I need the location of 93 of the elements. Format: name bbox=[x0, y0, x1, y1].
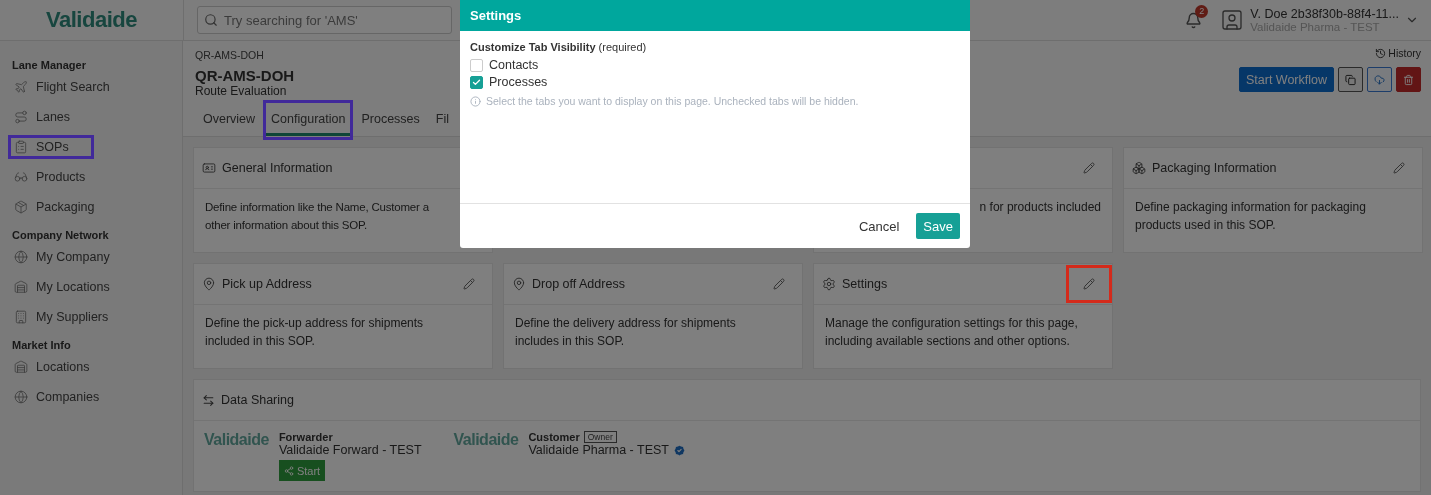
pencil-icon bbox=[773, 278, 785, 290]
download-button[interactable] bbox=[1367, 67, 1392, 92]
sidebar-heading: Company Network bbox=[12, 229, 110, 241]
sidebar-item[interactable]: Companies bbox=[8, 385, 106, 409]
cancel-button[interactable]: Cancel bbox=[851, 213, 907, 239]
copy-icon bbox=[1345, 72, 1356, 87]
checkbox[interactable] bbox=[470, 75, 483, 89]
card-description: products used in this SOP. bbox=[1135, 217, 1276, 234]
hint-text: Select the tabs you want to display on this page. Unchecked tabs will be hidden. bbox=[486, 95, 859, 107]
card-description: Define information like the Name, Customer a bbox=[205, 200, 429, 215]
party-name: Validaide Pharma - TEST bbox=[528, 443, 669, 457]
sidebar-item[interactable]: My Company bbox=[8, 245, 116, 269]
sidebar-heading: Lane Manager bbox=[12, 59, 87, 71]
field-label: Customize Tab Visibility (required) bbox=[470, 41, 648, 53]
cloud-download-icon bbox=[1374, 72, 1385, 87]
page-subtitle: Route Evaluation bbox=[195, 84, 288, 98]
sidebar-item[interactable]: My Suppliers bbox=[8, 305, 115, 329]
company-logo: Validaide bbox=[204, 431, 269, 450]
warehouse-icon bbox=[14, 360, 28, 374]
package-icon bbox=[14, 200, 28, 214]
pin-icon bbox=[512, 277, 526, 291]
card-description: including available sections and other options. bbox=[825, 333, 1070, 350]
sidebar-item[interactable]: Products bbox=[8, 165, 94, 189]
card-description: includes in this SOP. bbox=[515, 333, 625, 350]
search-field[interactable]: Try searching for 'AMS' bbox=[197, 6, 452, 34]
pencil-icon bbox=[1083, 278, 1095, 290]
pencil-icon bbox=[463, 278, 475, 290]
sidebar-item[interactable]: My Locations bbox=[8, 275, 116, 299]
checkbox-label[interactable]: Processes bbox=[489, 75, 548, 89]
card-title: Data Sharing bbox=[221, 393, 294, 407]
arrows-icon bbox=[202, 393, 215, 407]
card-description: Define the pick-up address for shipments bbox=[205, 315, 424, 332]
sidebar-heading: Market Info bbox=[12, 339, 72, 351]
party-role: Forwarder bbox=[278, 431, 333, 443]
checkbox[interactable] bbox=[470, 58, 483, 72]
checkbox-label[interactable]: Contacts bbox=[489, 58, 539, 72]
settings-icon bbox=[822, 277, 836, 291]
plane-icon bbox=[14, 80, 28, 94]
page-title: QR-AMS-DOH bbox=[195, 67, 296, 84]
tab[interactable]: Fil bbox=[427, 100, 457, 140]
card-description: Define packaging information for packaging bbox=[1135, 199, 1366, 216]
sidebar-item[interactable]: Packaging bbox=[8, 195, 101, 219]
notification-badge: 2 bbox=[1195, 4, 1209, 18]
globe-icon bbox=[14, 250, 28, 264]
sidebar-item[interactable]: Locations bbox=[8, 355, 96, 379]
warehouse-icon bbox=[14, 280, 28, 294]
company-logo: Validaide bbox=[453, 431, 519, 450]
start-button[interactable]: Start bbox=[278, 460, 326, 481]
building-icon bbox=[14, 310, 28, 324]
owner-badge: Owner bbox=[583, 431, 617, 443]
history-link[interactable]: History bbox=[1375, 47, 1421, 59]
start-workflow-button[interactable]: Start Workflow bbox=[1238, 67, 1334, 92]
clipboard-icon bbox=[14, 140, 28, 154]
boxes-icon bbox=[1132, 161, 1146, 175]
verified-icon bbox=[673, 443, 686, 457]
route-icon bbox=[14, 110, 28, 124]
breadcrumb: QR-AMS-DOH bbox=[195, 49, 265, 61]
sidebar-item[interactable]: Lanes bbox=[8, 105, 94, 129]
pin-icon bbox=[202, 277, 216, 291]
history-icon bbox=[1375, 47, 1387, 59]
search-icon bbox=[204, 13, 218, 27]
pencil-icon bbox=[1083, 162, 1095, 174]
card-title: Drop off Address bbox=[532, 277, 625, 291]
tab[interactable]: Configuration bbox=[263, 100, 354, 140]
globe-icon bbox=[14, 390, 28, 404]
delete-button[interactable] bbox=[1396, 67, 1421, 92]
tab[interactable]: Overview bbox=[195, 100, 264, 140]
sidebar-item[interactable]: Flight Search bbox=[8, 75, 116, 99]
glasses-icon bbox=[14, 170, 28, 184]
card-description: included in this SOP. bbox=[205, 333, 315, 350]
save-button[interactable]: Save bbox=[916, 213, 960, 239]
card-description: Manage the configuration settings for this page, bbox=[825, 315, 1078, 332]
card-description: n for products included bbox=[979, 199, 1101, 216]
copy-button[interactable] bbox=[1338, 67, 1363, 92]
id-card-icon bbox=[202, 161, 216, 175]
card-title: Packaging Information bbox=[1152, 161, 1277, 175]
info-icon bbox=[470, 95, 481, 107]
card-title: Settings bbox=[842, 277, 888, 291]
logo: Validaide bbox=[46, 7, 137, 33]
user-name: V. Doe 2b38f30b-88f4-11... bbox=[1250, 7, 1399, 21]
card-description: other information about this SOP. bbox=[205, 218, 367, 233]
card-description: Define the delivery address for shipments bbox=[515, 315, 736, 332]
card-title: General Information bbox=[222, 161, 333, 175]
pencil-icon bbox=[1393, 162, 1405, 174]
avatar-icon bbox=[1220, 8, 1245, 32]
trash-icon bbox=[1403, 72, 1414, 87]
party-role: Customer bbox=[528, 431, 580, 443]
party-name: Validaide Forward - TEST bbox=[278, 443, 422, 457]
dialog-title: Settings bbox=[460, 0, 970, 31]
sidebar-item[interactable]: SOPs bbox=[8, 135, 94, 159]
share-icon bbox=[283, 465, 294, 476]
card-title: Pick up Address bbox=[222, 277, 312, 291]
tab[interactable]: Processes bbox=[353, 100, 428, 140]
